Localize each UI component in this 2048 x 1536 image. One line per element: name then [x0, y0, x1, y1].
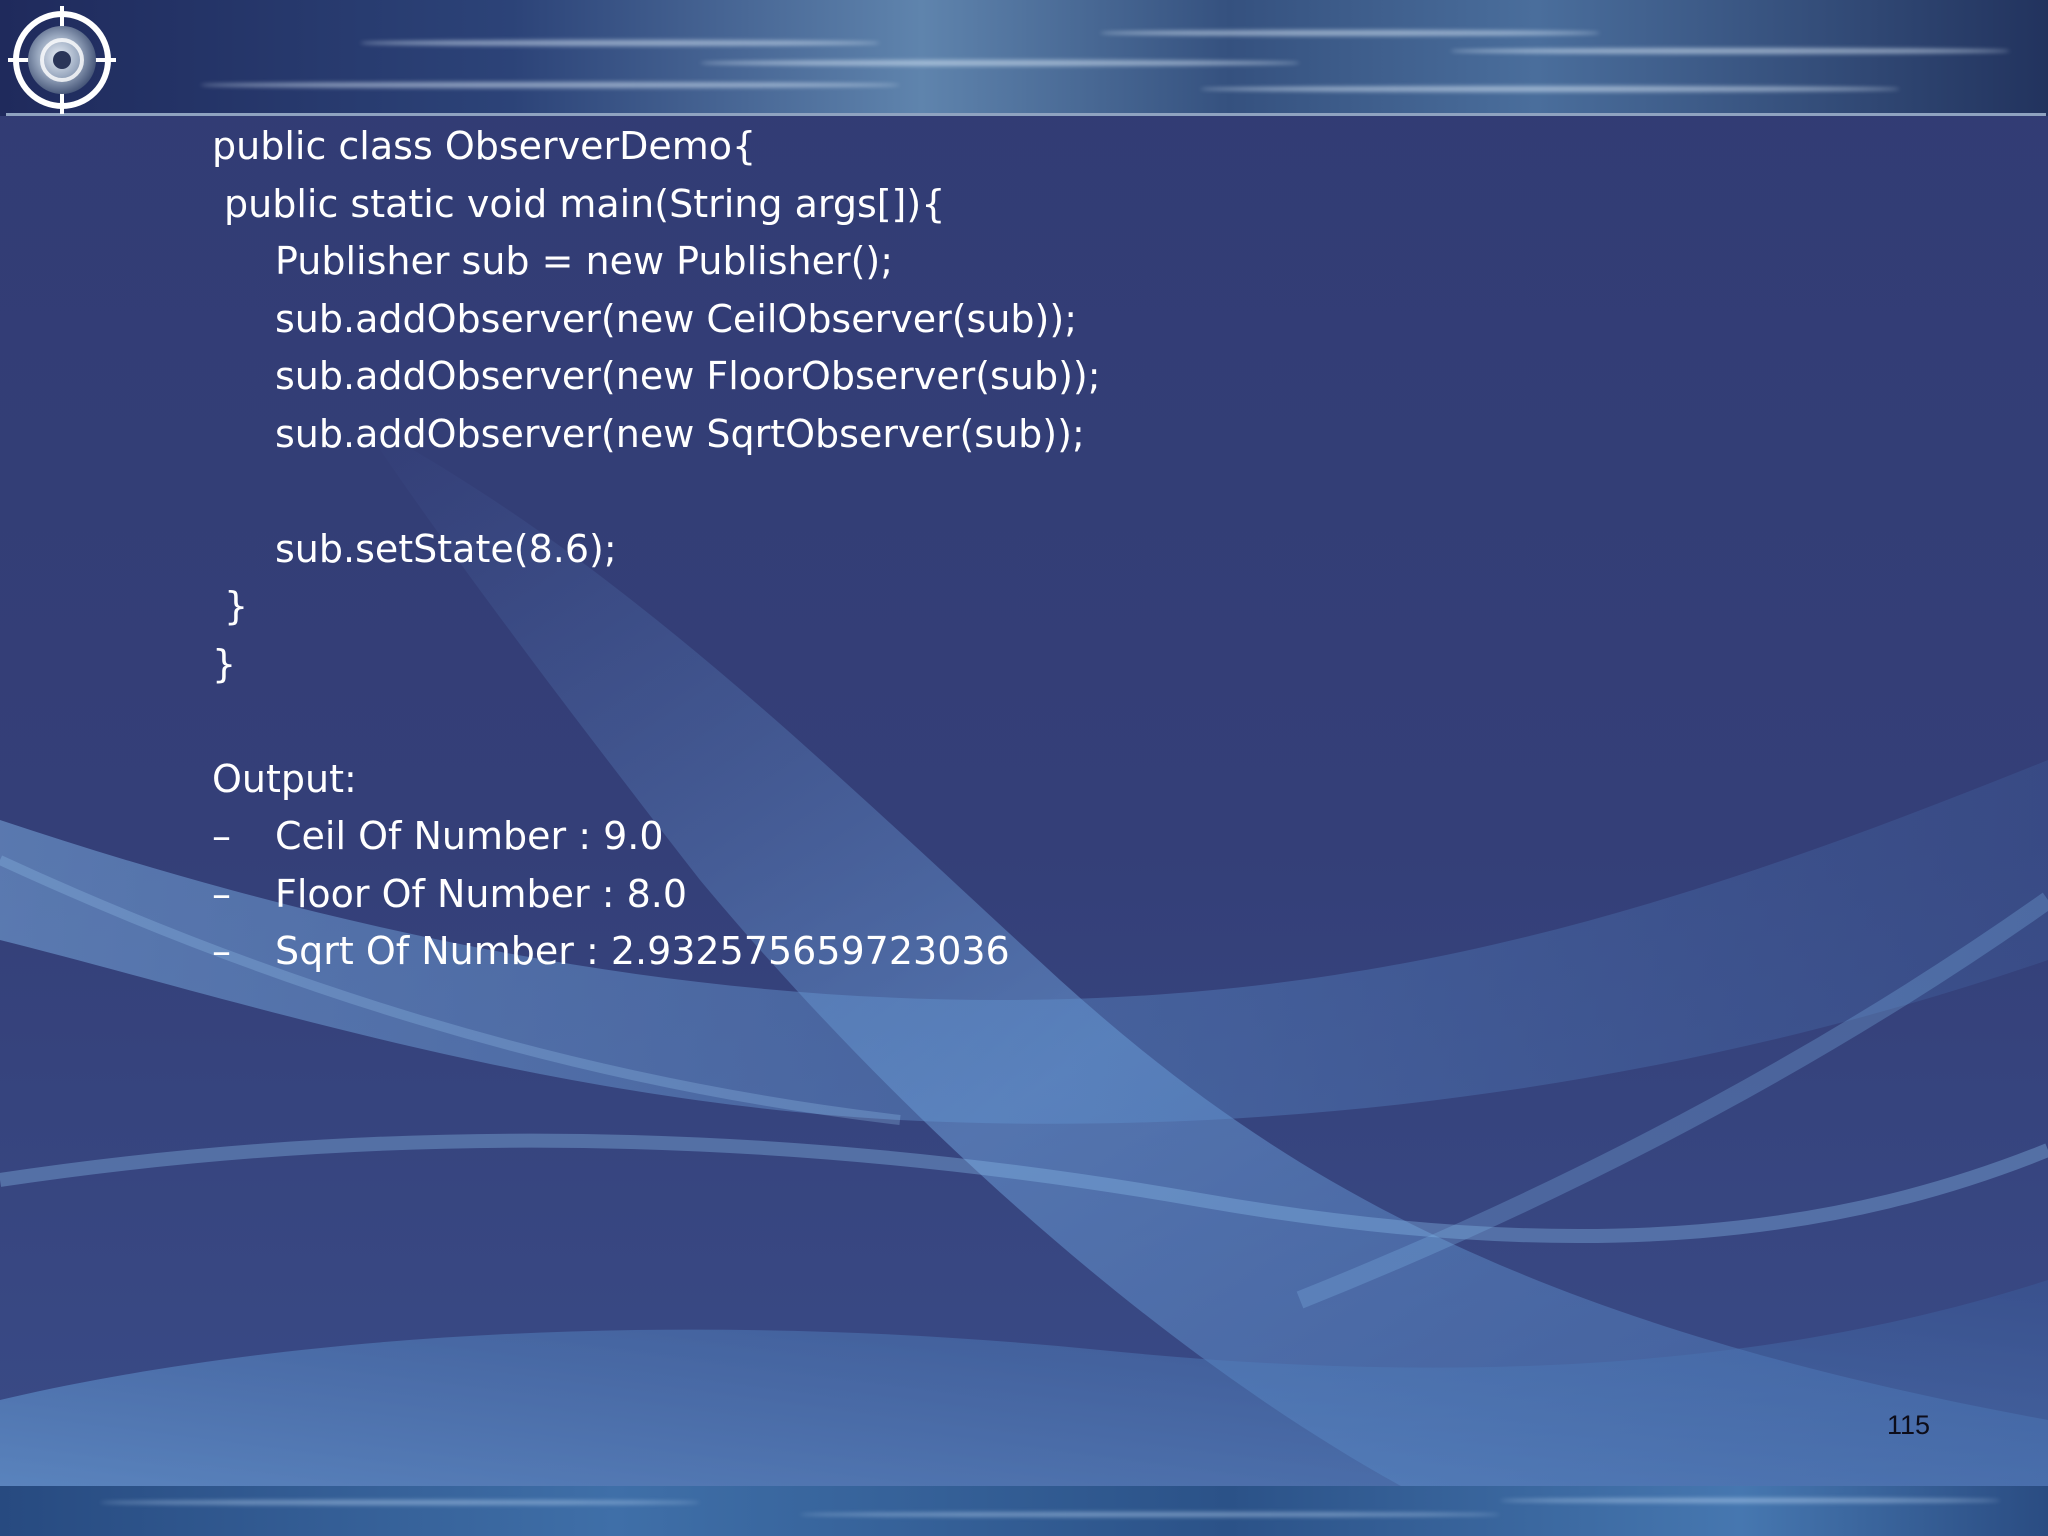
code-line: }	[212, 641, 237, 686]
code-line: public static void main(String args[]){	[224, 181, 946, 226]
code-line: sub.setState(8.6);	[275, 526, 617, 571]
output-item: – Floor Of Number : 8.0	[212, 866, 1612, 924]
code-line: }	[224, 584, 249, 628]
code-line: sub.addObserver(new CeilObserver(sub));	[275, 296, 1078, 341]
output-item: – Sqrt Of Number : 2.932575659723036	[212, 923, 1612, 981]
output-heading: Output:	[212, 756, 357, 801]
slide: public class ObserverDemo{ public static…	[0, 0, 2048, 1536]
output-item: – Ceil Of Number : 9.0	[212, 808, 1612, 866]
header-rule	[6, 113, 2046, 116]
slide-content: public class ObserverDemo{ public static…	[212, 118, 1612, 981]
code-line: public class ObserverDemo{	[212, 124, 757, 168]
page-number: 115	[1886, 1410, 1930, 1440]
output-item-text: Sqrt Of Number : 2.932575659723036	[275, 929, 1010, 973]
crosshair-target-icon	[8, 6, 116, 114]
code-line: sub.addObserver(new SqrtObserver(sub));	[275, 411, 1085, 456]
header-banner	[0, 0, 2048, 116]
output-item-text: Ceil Of Number : 9.0	[275, 814, 664, 858]
output-item-text: Floor Of Number : 8.0	[275, 871, 688, 916]
footer-banner	[0, 1486, 2048, 1536]
bullet-dash: –	[212, 929, 231, 973]
bullet-dash: –	[212, 814, 231, 858]
bullet-dash: –	[212, 871, 231, 916]
code-line: Publisher sub = new Publisher();	[275, 239, 894, 283]
code-line: sub.addObserver(new FloorObserver(sub));	[275, 354, 1101, 398]
